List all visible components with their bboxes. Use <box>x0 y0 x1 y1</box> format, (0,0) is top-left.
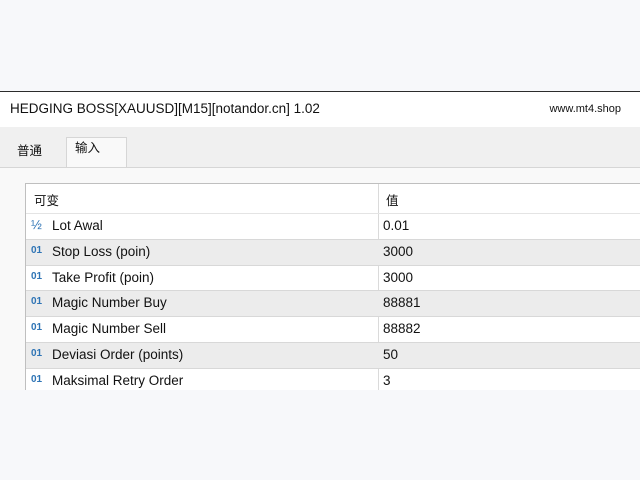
title-bar: HEDGING BOSS[XAUUSD][M15][notandor.cn] 1… <box>0 92 640 127</box>
integer-icon: 01 <box>31 373 43 385</box>
parameter-value[interactable]: 50 <box>383 347 398 362</box>
column-header-variable[interactable]: 可变 <box>34 190 59 209</box>
parameter-value[interactable]: 0.01 <box>383 218 409 233</box>
tab-inputs[interactable]: 输入 <box>66 137 127 167</box>
window-title: HEDGING BOSS[XAUUSD][M15][notandor.cn] 1… <box>10 101 320 116</box>
parameter-value[interactable]: 3000 <box>383 270 413 285</box>
parameter-name: Magic Number Sell <box>52 321 167 337</box>
parameter-name: Take Profit (poin) <box>52 269 155 285</box>
parameter-name: Lot Awal <box>52 218 103 233</box>
parameter-name: Deviasi Order (points) <box>52 346 184 362</box>
parameter-name: Maksimal Retry Order <box>52 372 184 388</box>
table-row[interactable]: 01 Take Profit (poin) 3000 <box>26 266 640 292</box>
tab-bar: 普通 输入 <box>0 127 640 167</box>
parameter-name: Stop Loss (poin) <box>52 243 151 259</box>
table-row[interactable]: 01 Magic Number Buy 88881 <box>26 291 640 318</box>
parameter-value[interactable]: 3000 <box>383 244 413 259</box>
integer-icon: 01 <box>31 244 43 256</box>
parameter-value[interactable]: 88882 <box>383 321 421 336</box>
tab-common[interactable]: 普通 <box>11 140 56 162</box>
parameter-name: Magic Number Buy <box>52 295 167 311</box>
parameters-table: 可变 值 ½ Lot Awal 0.01 01 Stop Loss (poin)… <box>25 183 640 390</box>
table-row[interactable]: 01 Magic Number Sell 88882 <box>26 317 640 343</box>
integer-icon: 01 <box>31 347 43 359</box>
ea-settings-window: HEDGING BOSS[XAUUSD][M15][notandor.cn] 1… <box>0 91 640 390</box>
fraction-icon: ½ <box>31 217 42 232</box>
table-row[interactable]: 01 Maksimal Retry Order 3 <box>26 369 640 390</box>
column-header-value[interactable]: 值 <box>386 190 399 209</box>
parameter-value[interactable]: 3 <box>383 373 391 388</box>
table-row[interactable]: 01 Deviasi Order (points) 50 <box>26 342 640 369</box>
inputs-panel: 可变 值 ½ Lot Awal 0.01 01 Stop Loss (poin)… <box>0 167 640 390</box>
integer-icon: 01 <box>31 296 43 308</box>
table-row[interactable]: ½ Lot Awal 0.01 <box>26 214 640 240</box>
integer-icon: 01 <box>31 322 43 334</box>
parameter-value[interactable]: 88881 <box>383 295 421 310</box>
site-label: www.mt4.shop <box>549 103 621 115</box>
table-header: 可变 值 <box>26 184 640 214</box>
table-row[interactable]: 01 Stop Loss (poin) 3000 <box>26 239 640 266</box>
integer-icon: 01 <box>31 270 43 282</box>
